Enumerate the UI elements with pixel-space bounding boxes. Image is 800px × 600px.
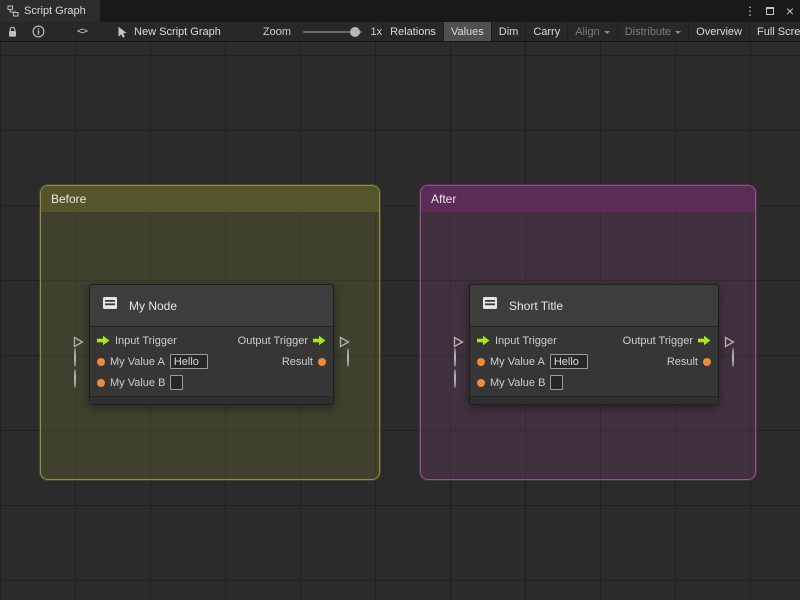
value-a-field[interactable] — [549, 354, 588, 369]
node-short-title[interactable]: Short Title Input Trigger Output Trigger — [453, 284, 735, 405]
flow-output-port-icon[interactable] — [698, 335, 711, 346]
node-title: Short Title — [509, 298, 564, 313]
align-dropdown[interactable]: Align — [567, 22, 616, 41]
distribute-label: Distribute — [624, 25, 672, 38]
value-output-port-icon[interactable] — [318, 357, 326, 366]
graph-name[interactable]: New Script Graph — [117, 26, 221, 38]
node-my-node[interactable]: My Node Input Trigger Output Trigger My … — [73, 284, 350, 405]
output-trigger-label: Output Trigger — [237, 334, 308, 347]
node-header[interactable]: Short Title — [470, 285, 718, 327]
external-flow-input-port[interactable] — [73, 336, 84, 348]
value-a-label: My Value A — [110, 355, 165, 368]
port-row-value-b: My Value B — [470, 372, 718, 393]
zoom-value: 1x — [370, 25, 383, 38]
group-before-header[interactable]: Before — [41, 186, 379, 212]
port-row-trigger: Input Trigger Output Trigger — [90, 330, 333, 351]
value-b-field[interactable] — [550, 375, 564, 390]
result-label: Result — [666, 355, 698, 368]
carry-button[interactable]: Carry — [525, 22, 567, 41]
info-icon[interactable] — [32, 25, 45, 38]
tab-script-graph[interactable]: Script Graph — [0, 0, 100, 22]
external-flow-input-port[interactable] — [453, 336, 464, 348]
value-b-label: My Value B — [110, 376, 166, 389]
window-controls: ⋮ × — [744, 0, 796, 22]
value-a-field[interactable] — [169, 354, 208, 369]
dim-button[interactable]: Dim — [490, 22, 526, 41]
flow-output-port-icon[interactable] — [313, 335, 326, 346]
value-input-port-icon[interactable] — [477, 357, 485, 366]
external-flow-output-port[interactable] — [339, 336, 350, 348]
graph-name-label: New Script Graph — [134, 25, 221, 38]
tab-bar: Script Graph ⋮ × — [0, 0, 800, 22]
node-title: My Node — [129, 298, 178, 313]
group-before-title: Before — [51, 192, 87, 206]
overview-button[interactable]: Overview — [688, 22, 749, 41]
value-a-label: My Value A — [490, 355, 545, 368]
align-label: Align — [575, 25, 600, 38]
group-before[interactable]: Before My Node Input Trigger Output Trig… — [40, 185, 380, 480]
graph-pointer-icon — [117, 26, 128, 38]
graph-tab-icon — [7, 5, 19, 17]
close-icon[interactable]: × — [784, 3, 796, 19]
result-label: Result — [281, 355, 313, 368]
port-row-value-b: My Value B — [90, 372, 333, 393]
distribute-dropdown[interactable]: Distribute — [616, 22, 688, 41]
unit-icon — [480, 293, 500, 318]
code-view-icon[interactable]: <> — [77, 26, 88, 37]
node-header[interactable]: My Node — [90, 285, 333, 327]
graph-canvas[interactable]: Before My Node Input Trigger Output Trig… — [0, 42, 800, 600]
graph-toolbar: <> New Script Graph Zoom 1x Relations Va… — [0, 22, 800, 42]
group-after-header[interactable]: After — [421, 186, 755, 212]
node-ports: Input Trigger Output Trigger My Value A — [470, 327, 718, 396]
input-trigger-label: Input Trigger — [495, 334, 557, 347]
maximize-icon[interactable] — [766, 2, 774, 20]
port-row-value-a: My Value A Result — [90, 351, 333, 372]
value-input-port-icon[interactable] — [97, 378, 105, 387]
window-menu-icon[interactable]: ⋮ — [744, 4, 756, 18]
zoom-slider[interactable] — [302, 26, 363, 37]
value-input-port-icon[interactable] — [97, 357, 105, 366]
flow-input-port-icon[interactable] — [477, 335, 490, 346]
value-b-label: My Value B — [490, 376, 546, 389]
script-graph-window: Script Graph ⋮ × <> New Script Graph Zoo… — [0, 0, 800, 600]
toolbar-buttons: Relations Values Dim Carry Align Distrib… — [382, 22, 800, 41]
node-footer — [470, 396, 718, 404]
values-button[interactable]: Values — [442, 22, 491, 41]
port-row-value-a: My Value A Result — [470, 351, 718, 372]
node-footer — [90, 396, 333, 404]
chevron-down-icon — [603, 30, 610, 37]
value-input-port-icon[interactable] — [477, 378, 485, 387]
relations-button[interactable]: Relations — [382, 22, 443, 41]
tab-title: Script Graph — [24, 5, 86, 17]
output-trigger-label: Output Trigger — [622, 334, 693, 347]
value-b-field[interactable] — [170, 375, 184, 390]
external-flow-output-port[interactable] — [724, 336, 735, 348]
lock-icon[interactable] — [7, 26, 18, 38]
zoom-label: Zoom — [262, 25, 291, 38]
unit-icon — [100, 293, 120, 318]
node-ports: Input Trigger Output Trigger My Value A — [90, 327, 333, 396]
group-after-title: After — [431, 192, 457, 206]
zoom-slider-knob[interactable] — [350, 26, 361, 37]
group-after[interactable]: After Short Title Input Trigger Output T… — [420, 185, 756, 480]
fullscreen-button[interactable]: Full Screen — [749, 22, 800, 41]
port-row-trigger: Input Trigger Output Trigger — [470, 330, 718, 351]
input-trigger-label: Input Trigger — [115, 334, 177, 347]
flow-input-port-icon[interactable] — [97, 335, 110, 346]
chevron-down-icon — [675, 30, 682, 37]
value-output-port-icon[interactable] — [703, 357, 711, 366]
